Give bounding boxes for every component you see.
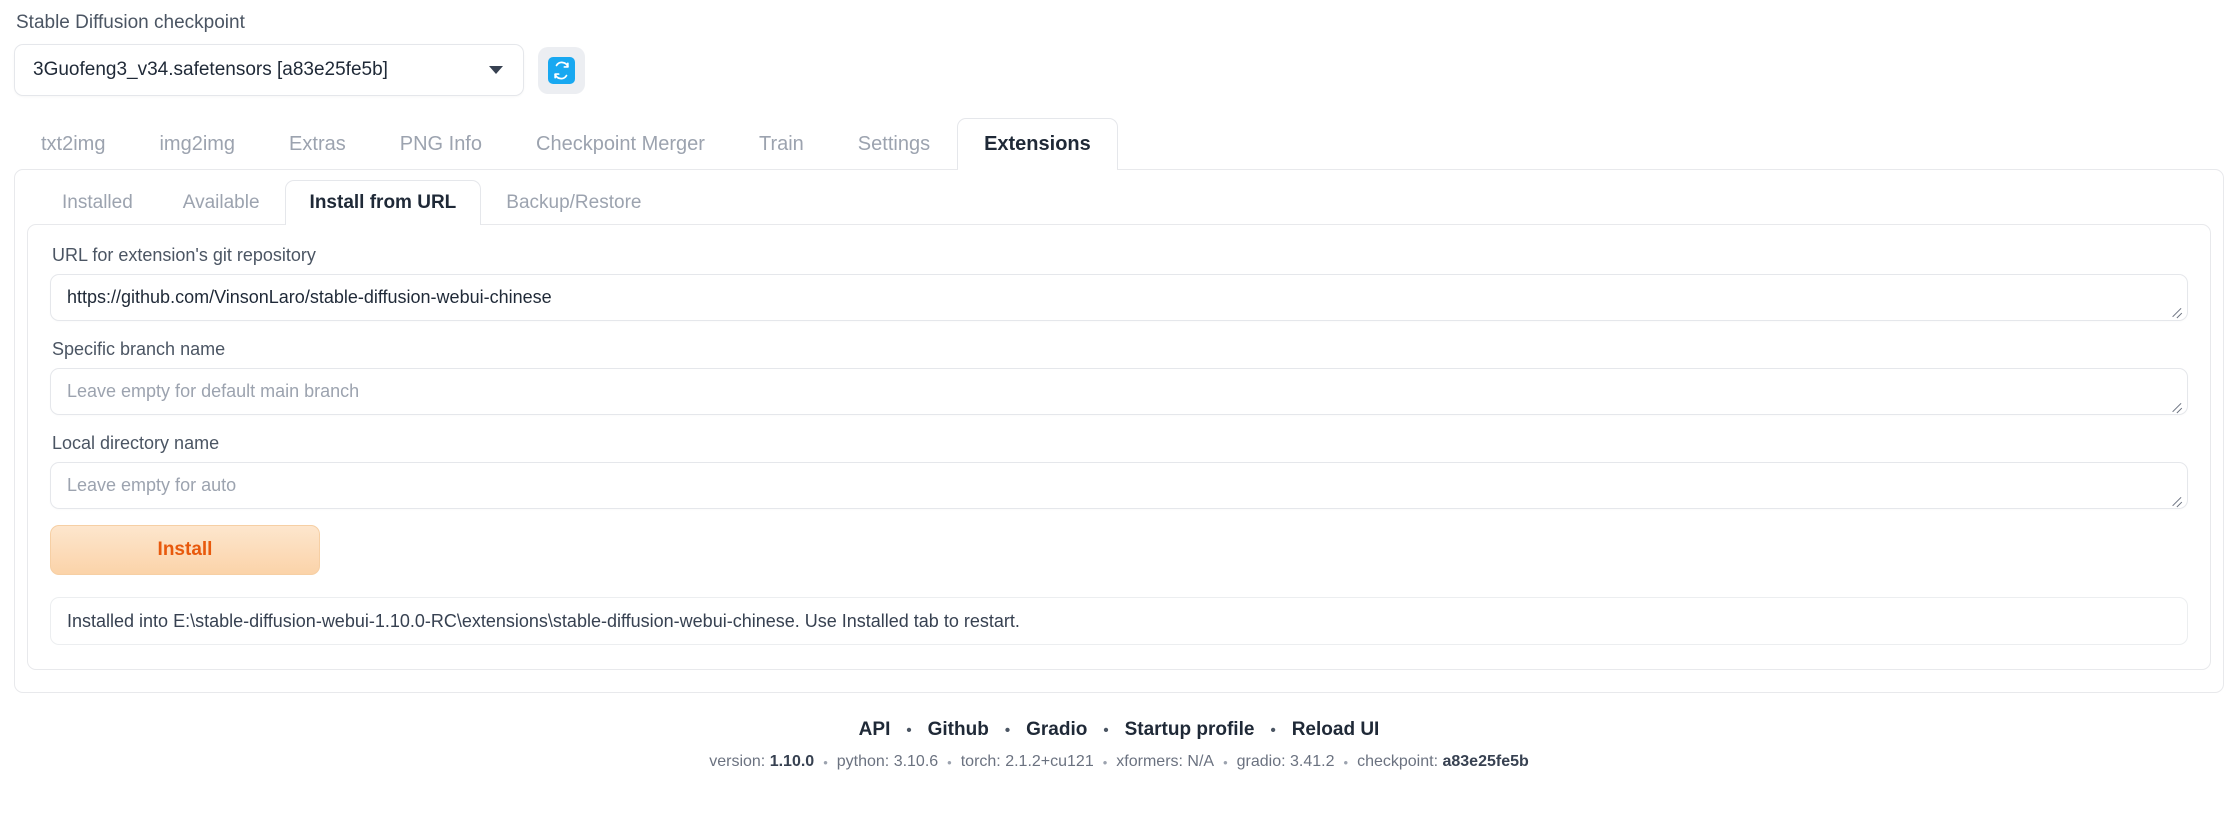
resize-handle-icon[interactable]: [2170, 304, 2184, 318]
git-url-field-group: URL for extension's git repository https…: [50, 243, 2188, 321]
branch-label: Specific branch name: [50, 337, 2188, 362]
tab-checkpoint-merger[interactable]: Checkpoint Merger: [509, 118, 732, 169]
checkpoint-value: 3Guofeng3_v34.safetensors [a83e25fe5b]: [33, 59, 388, 81]
version-item-torch: torch: 2.1.2+cu121: [952, 753, 1103, 771]
subtab-install-from-url[interactable]: Install from URL: [285, 180, 482, 225]
version-key: xformers:: [1116, 753, 1183, 770]
checkpoint-selector-group: Stable Diffusion checkpoint 3Guofeng3_v3…: [14, 10, 524, 96]
footer: API • Github • Gradio • Startup profile …: [0, 719, 2238, 771]
tab-png-info[interactable]: PNG Info: [373, 118, 509, 169]
checkpoint-label: Stable Diffusion checkpoint: [14, 10, 524, 37]
tab-img2img[interactable]: img2img: [132, 118, 262, 169]
footer-version-info: version: 1.10.0 • python: 3.10.6 • torch…: [0, 753, 2238, 771]
version-item-checkpoint: checkpoint: a83e25fe5b: [1348, 753, 1538, 771]
checkpoint-toolbar: Stable Diffusion checkpoint 3Guofeng3_v3…: [0, 0, 2238, 96]
checkpoint-dropdown[interactable]: 3Guofeng3_v34.safetensors [a83e25fe5b]: [14, 44, 524, 96]
extensions-panel: Installed Available Install from URL Bac…: [14, 169, 2224, 694]
subtab-backup-restore[interactable]: Backup/Restore: [481, 180, 666, 225]
version-value: a83e25fe5b: [1442, 753, 1528, 770]
branch-field-group: Specific branch name Leave empty for def…: [50, 337, 2188, 415]
directory-placeholder: Leave empty for auto: [67, 475, 236, 496]
resize-handle-icon[interactable]: [2170, 398, 2184, 412]
directory-field-group: Local directory name Leave empty for aut…: [50, 431, 2188, 509]
version-value: 3.41.2: [1290, 753, 1334, 770]
branch-placeholder: Leave empty for default main branch: [67, 381, 359, 402]
version-item-version: version: 1.10.0: [700, 753, 823, 771]
directory-label: Local directory name: [50, 431, 2188, 456]
version-key: gradio:: [1237, 753, 1286, 770]
version-key: version:: [709, 753, 765, 770]
branch-input[interactable]: Leave empty for default main branch: [50, 368, 2188, 415]
git-url-label: URL for extension's git repository: [50, 243, 2188, 268]
footer-link-github[interactable]: Github: [912, 719, 1005, 741]
git-url-value: https://github.com/VinsonLaro/stable-dif…: [67, 287, 552, 308]
footer-link-startup-profile[interactable]: Startup profile: [1109, 719, 1271, 741]
refresh-checkpoints-button[interactable]: [538, 47, 585, 94]
footer-link-reload-ui[interactable]: Reload UI: [1276, 719, 1396, 741]
main-tab-bar: txt2img img2img Extras PNG Info Checkpoi…: [0, 118, 2238, 169]
version-value: 3.10.6: [894, 753, 938, 770]
directory-input[interactable]: Leave empty for auto: [50, 462, 2188, 509]
app-root: Stable Diffusion checkpoint 3Guofeng3_v3…: [0, 0, 2238, 835]
install-from-url-form: URL for extension's git repository https…: [27, 224, 2211, 671]
tab-extensions[interactable]: Extensions: [957, 118, 1118, 169]
version-item-gradio: gradio: 3.41.2: [1228, 753, 1344, 771]
resize-handle-icon[interactable]: [2170, 492, 2184, 506]
version-key: python:: [837, 753, 889, 770]
version-item-python: python: 3.10.6: [828, 753, 947, 771]
git-url-input[interactable]: https://github.com/VinsonLaro/stable-dif…: [50, 274, 2188, 321]
tab-extras[interactable]: Extras: [262, 118, 373, 169]
version-item-xformers: xformers: N/A: [1107, 753, 1223, 771]
refresh-icon: [548, 57, 575, 84]
tab-settings[interactable]: Settings: [831, 118, 957, 169]
version-value: N/A: [1187, 753, 1214, 770]
tab-txt2img[interactable]: txt2img: [14, 118, 132, 169]
version-key: checkpoint:: [1357, 753, 1438, 770]
footer-link-api[interactable]: API: [843, 719, 907, 741]
subtab-installed[interactable]: Installed: [37, 180, 158, 225]
extensions-sub-tab-bar: Installed Available Install from URL Bac…: [27, 180, 2211, 225]
footer-link-gradio[interactable]: Gradio: [1010, 719, 1103, 741]
footer-links: API • Github • Gradio • Startup profile …: [0, 719, 2238, 741]
version-key: torch:: [961, 753, 1001, 770]
tab-train[interactable]: Train: [732, 118, 831, 169]
install-button[interactable]: Install: [50, 525, 320, 575]
install-status-message: Installed into E:\stable-diffusion-webui…: [50, 597, 2188, 645]
chevron-down-icon: [489, 66, 503, 74]
version-value: 1.10.0: [770, 753, 814, 770]
subtab-available[interactable]: Available: [158, 180, 285, 225]
version-value: 2.1.2+cu121: [1005, 753, 1094, 770]
